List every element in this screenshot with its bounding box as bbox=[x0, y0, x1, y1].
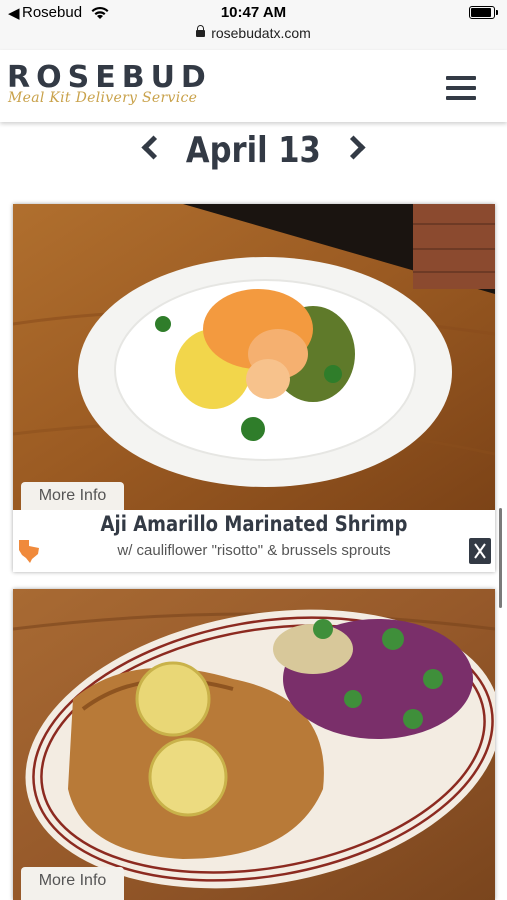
meal-photo[interactable] bbox=[13, 589, 495, 900]
next-date-icon[interactable] bbox=[341, 135, 366, 160]
meal-title[interactable]: Aji Amarillo Marinated Shrimp bbox=[47, 512, 462, 536]
meal-subtitle: w/ cauliflower "risotto" & brussels spro… bbox=[117, 542, 391, 559]
current-date: April 13 bbox=[186, 130, 321, 171]
more-info-button[interactable]: More Info bbox=[21, 867, 124, 900]
more-info-button[interactable]: More Info bbox=[21, 482, 124, 510]
site-header: ROSEBUD Meal Kit Delivery Service bbox=[0, 50, 507, 122]
logo-tagline: Meal Kit Delivery Service bbox=[8, 90, 198, 106]
lock-icon bbox=[196, 25, 206, 37]
date-navigation: April 13 bbox=[0, 130, 507, 182]
scrollbar[interactable] bbox=[499, 508, 502, 608]
previous-date-icon[interactable] bbox=[141, 135, 166, 160]
meal-card[interactable]: More Info bbox=[13, 589, 495, 900]
utensils-icon[interactable] bbox=[469, 538, 491, 564]
texas-icon bbox=[19, 540, 39, 563]
meal-photo[interactable] bbox=[13, 204, 495, 510]
status-bar: ◀ Rosebud 10:47 AM rosebudatx.com bbox=[0, 0, 507, 51]
meal-card[interactable]: More Info Aji Amarillo Marinated Shrimp … bbox=[13, 204, 495, 572]
clock: 10:47 AM bbox=[220, 4, 287, 21]
battery-icon bbox=[469, 6, 498, 19]
menu-icon[interactable] bbox=[446, 76, 476, 100]
url-text: rosebudatx.com bbox=[211, 25, 311, 41]
address-bar[interactable]: rosebudatx.com bbox=[0, 25, 507, 41]
